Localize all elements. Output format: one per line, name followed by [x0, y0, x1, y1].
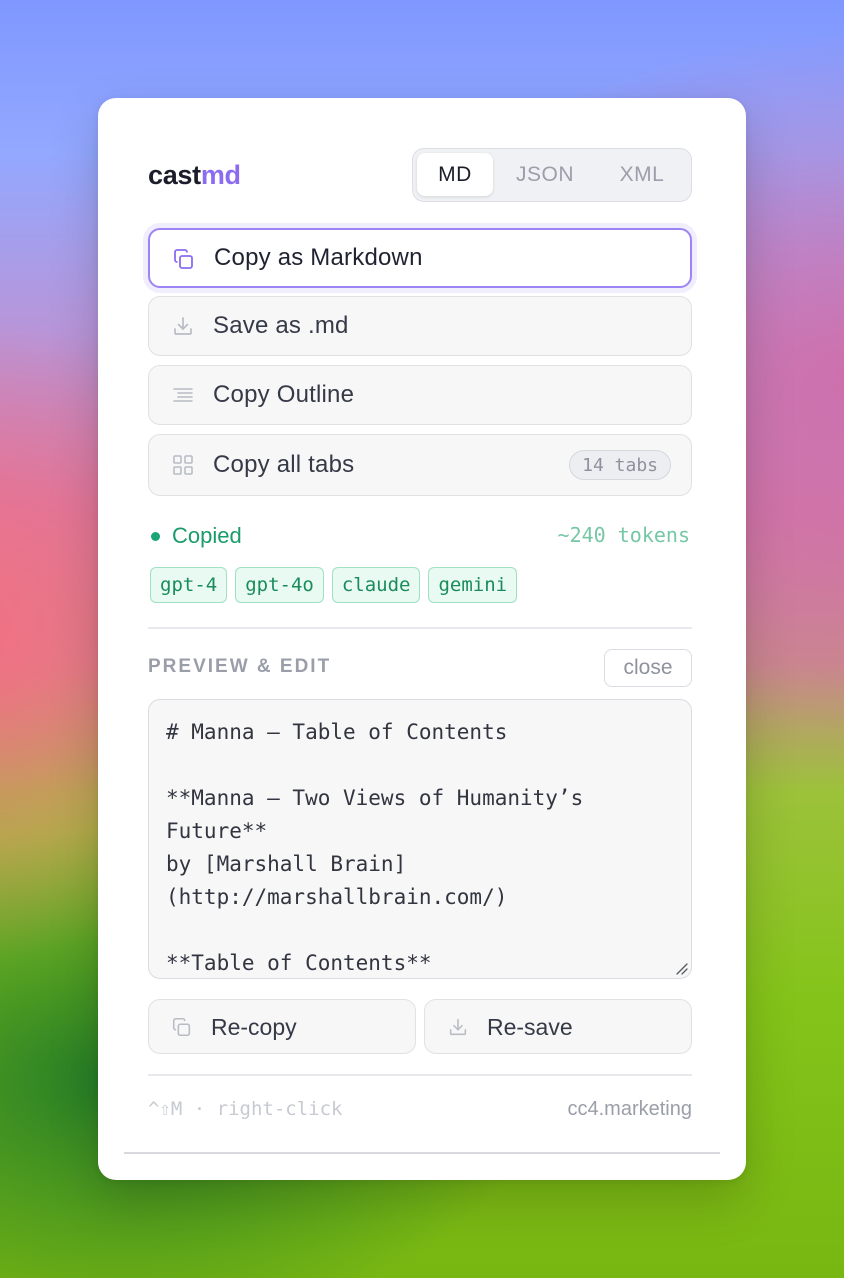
copy-outline-label: Copy Outline [213, 381, 355, 408]
markdown-editor[interactable]: # Manna — Table of Contents **Manna – Tw… [148, 699, 692, 979]
recopy-button[interactable]: Re-copy [148, 999, 416, 1054]
resize-handle-icon[interactable] [673, 960, 689, 976]
close-preview-button[interactable]: close [604, 649, 692, 687]
tab-count-badge: 14 tabs [569, 450, 671, 480]
resave-button[interactable]: Re-save [424, 999, 692, 1054]
status-dot [151, 532, 160, 541]
shortcut-hint: ^⇧M · right-click [148, 1098, 343, 1120]
copy-as-markdown-label: Copy as Markdown [214, 244, 423, 271]
brand-logo: castmd [148, 160, 241, 191]
resave-label: Re-save [487, 1014, 573, 1040]
outline-lines-icon [173, 388, 193, 402]
copy-outline-button[interactable]: Copy Outline [148, 365, 692, 425]
extension-popup: castmd MD JSON XML Copy as Markdown Save… [98, 98, 746, 1180]
format-option-xml[interactable]: XML [597, 153, 687, 196]
copy-as-markdown-button[interactable]: Copy as Markdown [148, 228, 692, 288]
model-chip: claude [331, 567, 421, 603]
model-chips: gpt-4 gpt-4o claude gemini [150, 567, 518, 603]
token-count: ~240 tokens [557, 523, 690, 547]
recopy-label: Re-copy [211, 1014, 297, 1040]
model-chip: gemini [428, 567, 518, 603]
status-text: Copied [172, 523, 242, 548]
model-chip: gpt-4 [150, 567, 228, 603]
format-option-md[interactable]: MD [417, 153, 493, 196]
copy-icon [174, 249, 193, 269]
editor-content[interactable]: # Manna — Table of Contents **Manna – Tw… [166, 716, 666, 978]
footer: ^⇧M · right-click cc4.marketing [148, 1096, 692, 1126]
save-as-md-label: Save as .md [213, 312, 349, 339]
copy-all-tabs-button[interactable]: Copy all tabs 14 tabs [148, 434, 692, 496]
grid-icon [173, 455, 193, 475]
model-chip: gpt-4o [235, 567, 324, 603]
format-selector: MD JSON XML [412, 148, 692, 202]
format-option-json[interactable]: JSON [493, 153, 597, 196]
preview-title: PREVIEW & EDIT [148, 656, 332, 677]
site-link[interactable]: cc4.marketing [568, 1098, 693, 1121]
bottom-divider [124, 1152, 720, 1154]
copy-all-tabs-label: Copy all tabs [213, 451, 355, 478]
divider [148, 627, 692, 629]
copy-icon [172, 1017, 191, 1037]
save-as-md-button[interactable]: Save as .md [148, 296, 692, 356]
brand-name: cast [148, 160, 201, 190]
divider [148, 1074, 692, 1076]
download-icon [174, 317, 192, 335]
copy-status: Copied ~240 tokens [148, 522, 692, 552]
download-icon [449, 1018, 467, 1036]
header: castmd MD JSON XML [148, 148, 692, 202]
brand-accent: md [200, 160, 241, 190]
